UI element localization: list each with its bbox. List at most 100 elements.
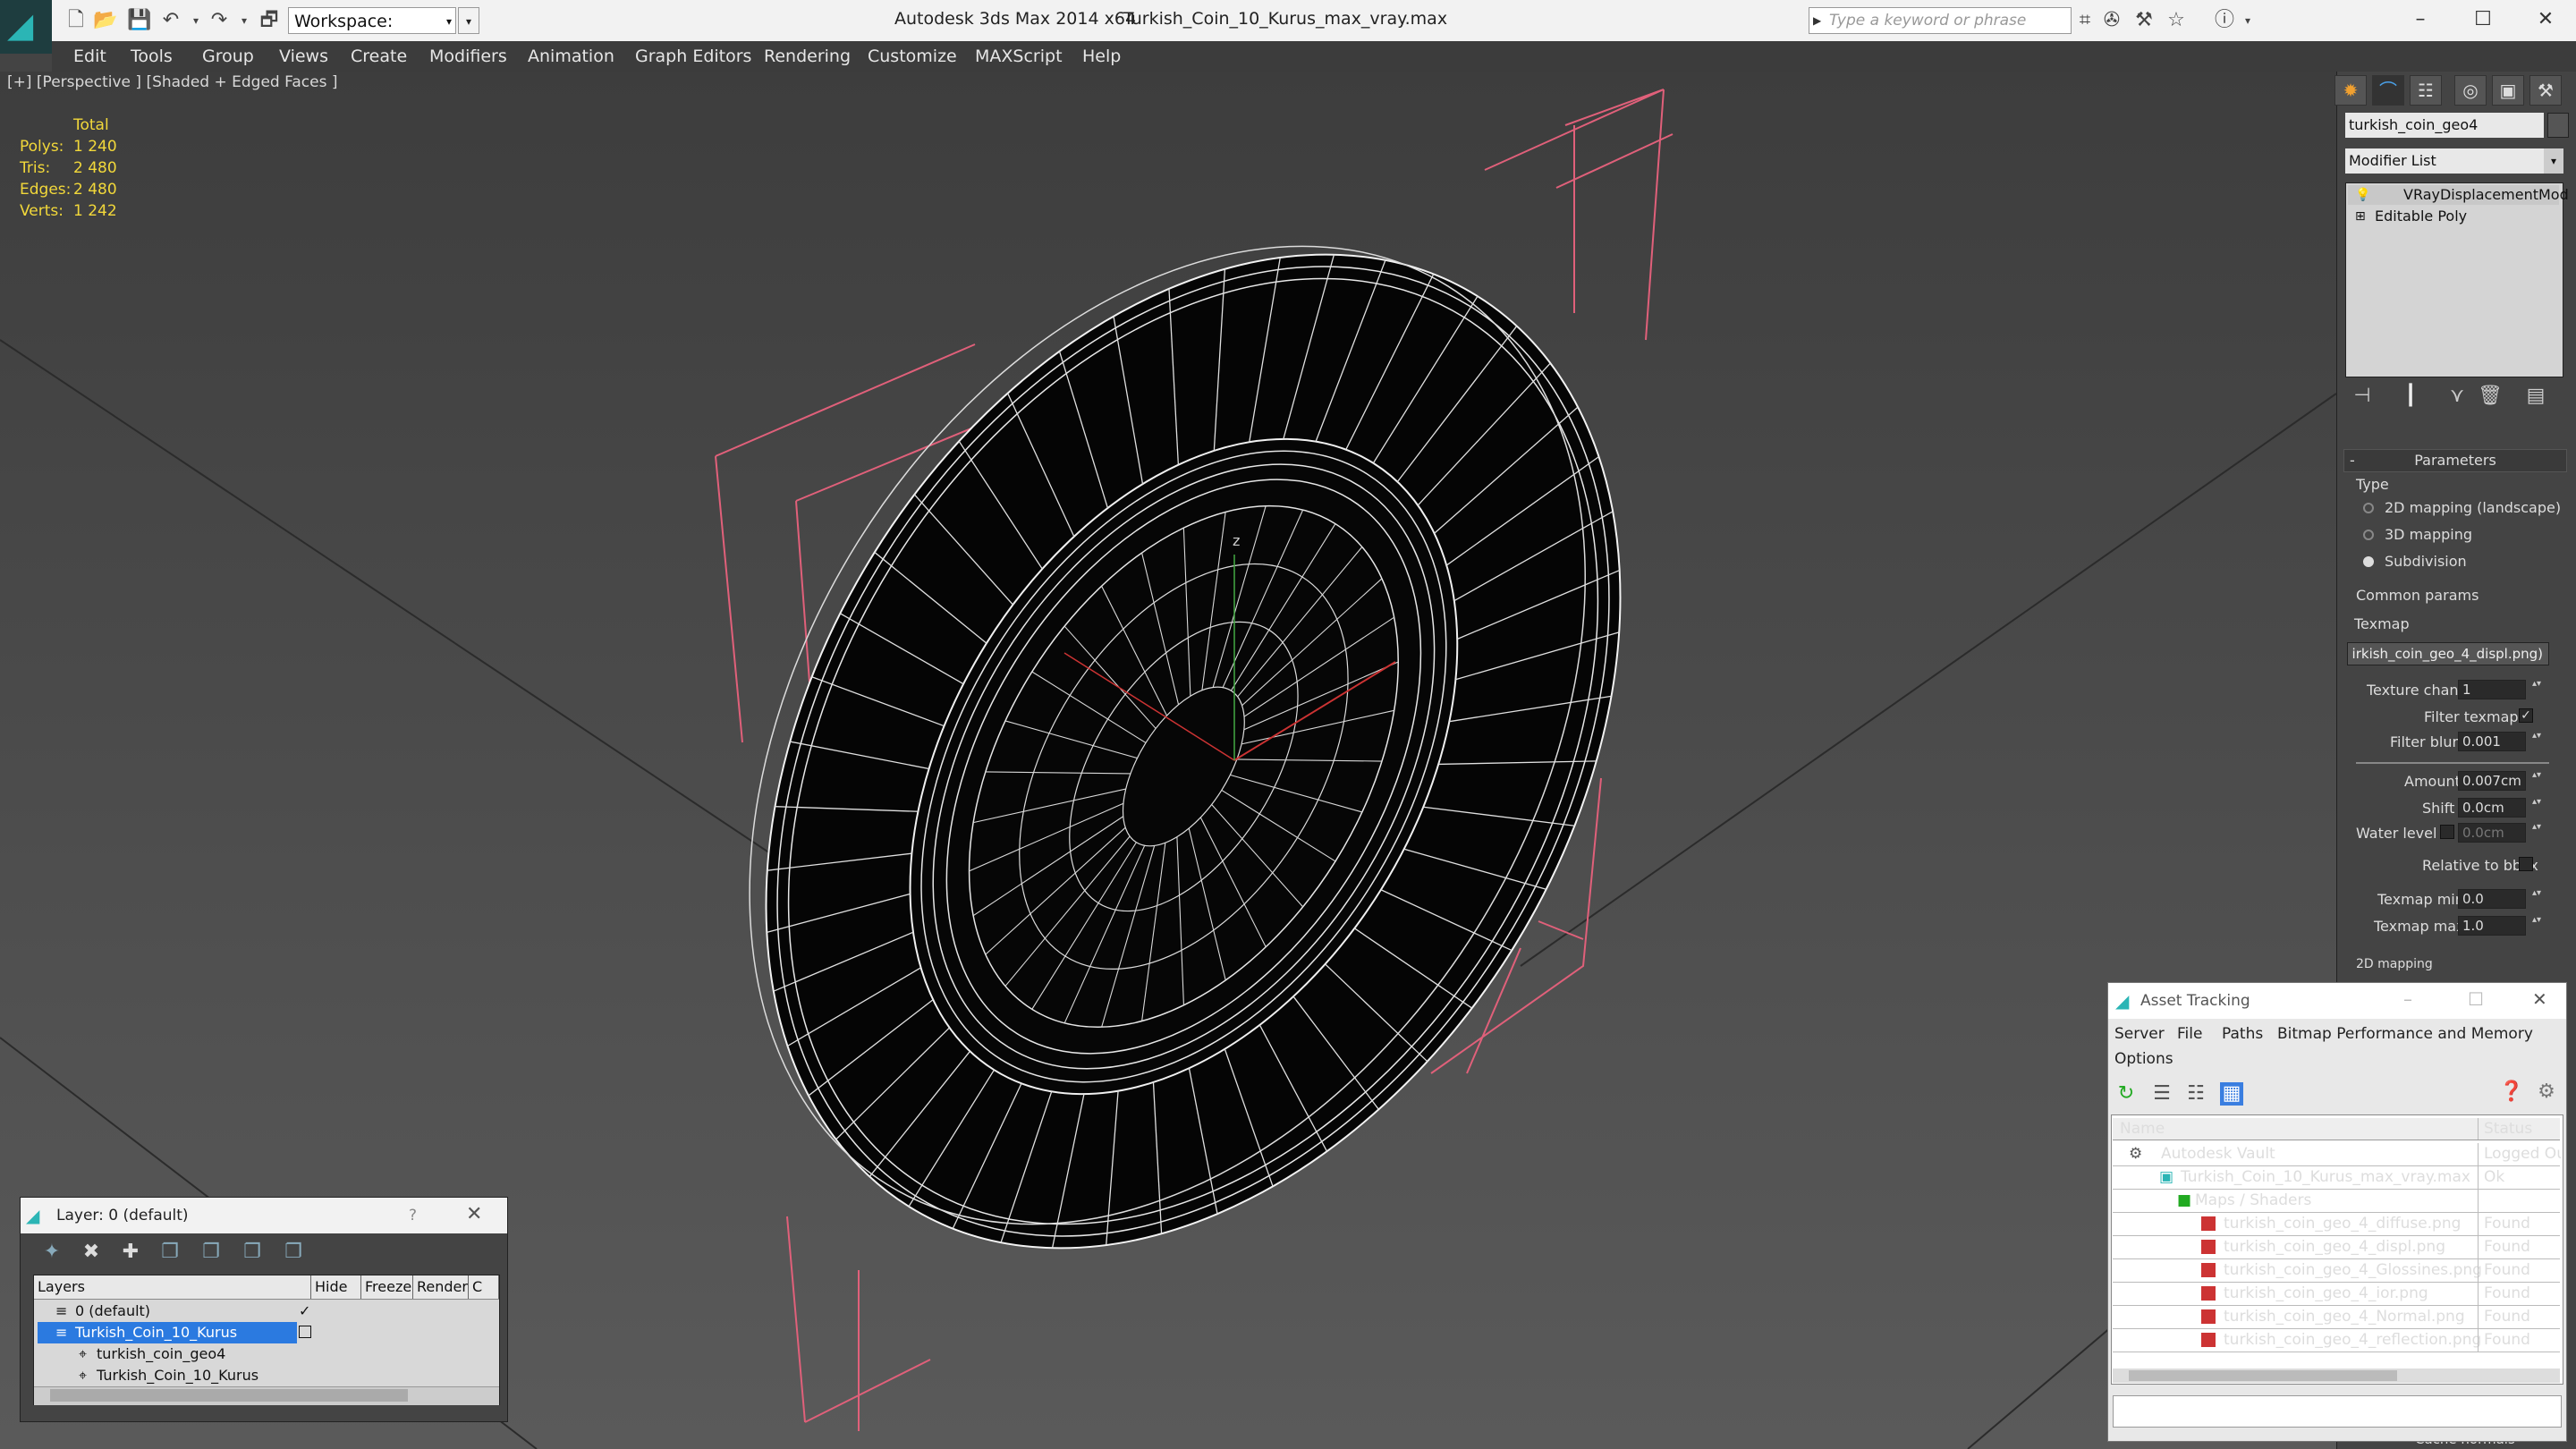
minimize-icon[interactable]: – xyxy=(2403,988,2412,1010)
menu-maxscript[interactable]: MAXScript xyxy=(975,47,1063,66)
motion-tab-icon[interactable]: ◎ xyxy=(2454,75,2487,106)
object-color-swatch[interactable] xyxy=(2547,113,2569,138)
asset-path-field[interactable] xyxy=(2113,1395,2562,1428)
col-hide[interactable]: Hide xyxy=(311,1275,361,1299)
asset-menu-paths[interactable]: Paths xyxy=(2222,1025,2263,1043)
modify-tab-icon[interactable]: ⌒ xyxy=(2372,75,2404,106)
texmap-button[interactable]: irkish_coin_geo_4_displ.png) xyxy=(2347,642,2549,665)
create-tab-icon[interactable]: ✹ xyxy=(2334,75,2367,106)
make-unique-icon[interactable]: ⋎ xyxy=(2445,385,2469,408)
close-icon[interactable]: ✕ xyxy=(2532,988,2547,1010)
asset-row-vault[interactable]: ⚙ Autodesk Vault Logged Out xyxy=(2113,1143,2561,1166)
radio-subdivision-label[interactable]: Subdivision xyxy=(2385,553,2467,570)
radio-3d-mapping[interactable] xyxy=(2363,530,2374,540)
open-file-icon[interactable]: 📂 xyxy=(93,9,117,32)
texmap-max-spinner[interactable]: 1.0 xyxy=(2458,915,2543,936)
binoculars-icon[interactable]: ⌗ xyxy=(2073,9,2097,32)
asset-row-bitmap[interactable]: turkish_coin_geo_4_diffuse.png Found xyxy=(2113,1213,2560,1236)
asset-horizontal-scrollbar[interactable] xyxy=(2113,1368,2560,1383)
new-file-icon[interactable]: 🗋 xyxy=(64,9,88,32)
relative-to-bbox-checkbox[interactable] xyxy=(2519,857,2533,871)
col-render[interactable]: Render xyxy=(413,1275,469,1299)
remove-modifier-icon[interactable]: 🗑 xyxy=(2478,385,2503,408)
radio-2d-mapping-label[interactable]: 2D mapping (landscape) xyxy=(2385,499,2561,516)
quick-access-dropdown[interactable]: ▾ xyxy=(458,7,479,34)
layer-row-object[interactable]: ⌖ Turkish_Coin_10_Kurus xyxy=(34,1365,499,1386)
maximize-icon[interactable]: ☐ xyxy=(2468,988,2484,1010)
app-logo-button[interactable]: ◢ xyxy=(0,0,52,54)
radio-3d-mapping-label[interactable]: 3D mapping xyxy=(2385,526,2472,543)
menu-animation[interactable]: Animation xyxy=(528,47,614,66)
menu-tools[interactable]: Tools xyxy=(131,47,173,66)
radio-subdivision[interactable] xyxy=(2363,556,2374,567)
col-name[interactable]: Name xyxy=(2120,1118,2165,1140)
hierarchy-tab-icon[interactable]: ☷ xyxy=(2410,75,2442,106)
shift-spinner[interactable]: 0.0cm xyxy=(2458,797,2543,818)
list-view-icon[interactable]: ☰ xyxy=(2150,1082,2174,1106)
menu-graph-editors[interactable]: Graph Editors xyxy=(635,47,751,66)
configure-modifier-sets-icon[interactable]: ▤ xyxy=(2524,385,2547,408)
close-icon[interactable]: ✕ xyxy=(466,1203,482,1225)
asset-row-scene[interactable]: ▣ Turkish_Coin_10_Kurus_max_vray.max Ok xyxy=(2113,1166,2560,1190)
key-icon[interactable]: ✇ xyxy=(2100,9,2123,32)
undo-dropdown-icon[interactable]: ▾ xyxy=(184,9,208,32)
highlight-layer-icon[interactable]: ❐ xyxy=(199,1241,223,1264)
filter-texmap-checkbox[interactable]: ✓ xyxy=(2519,708,2533,723)
filter-blur-spinner[interactable]: 0.001 xyxy=(2458,731,2543,751)
layer-row-object[interactable]: ⌖ turkish_coin_geo4 xyxy=(34,1343,499,1365)
display-tab-icon[interactable]: ▣ xyxy=(2492,75,2524,106)
menu-edit[interactable]: Edit xyxy=(73,47,106,66)
redo-dropdown-icon[interactable]: ▾ xyxy=(233,9,256,32)
scrollbar-thumb[interactable] xyxy=(2129,1370,2397,1381)
search-input[interactable]: ▶ Type a keyword or phrase xyxy=(1809,7,2072,34)
select-objects-icon[interactable]: ❐ xyxy=(158,1241,182,1264)
asset-dialog-titlebar[interactable]: ◢ Asset Tracking – ☐ ✕ xyxy=(2108,983,2566,1019)
menu-help[interactable]: Help xyxy=(1082,47,1121,66)
horizontal-scrollbar[interactable] xyxy=(34,1386,499,1405)
current-layer-checkbox[interactable] xyxy=(299,1326,311,1338)
settings-icon[interactable]: ⚙ xyxy=(2535,1080,2558,1104)
layer-row-turkish-coin[interactable]: ≡ Turkish_Coin_10_Kurus xyxy=(34,1322,499,1343)
water-level-spinner[interactable]: 0.0cm xyxy=(2458,822,2543,843)
create-layer-icon[interactable]: ✦ xyxy=(40,1241,64,1264)
add-to-layer-icon[interactable]: ✚ xyxy=(119,1241,142,1264)
help-icon[interactable]: ⓘ xyxy=(2213,9,2236,32)
menu-customize[interactable]: Customize xyxy=(868,47,957,66)
tree-view-icon[interactable]: ☷ xyxy=(2184,1082,2207,1106)
layer-row-default[interactable]: ≡ 0 (default) ✓ xyxy=(34,1301,499,1322)
col-color[interactable]: C xyxy=(469,1275,499,1299)
scrollbar-thumb[interactable] xyxy=(50,1389,408,1402)
col-freeze[interactable]: Freeze xyxy=(361,1275,413,1299)
utilities-tab-icon[interactable]: ⚒ xyxy=(2529,75,2562,106)
viewport-label[interactable]: [+] [Perspective ] [Shaded + Edged Faces… xyxy=(7,73,337,91)
menu-modifiers[interactable]: Modifiers xyxy=(429,47,507,66)
stack-item-vraydisplacement[interactable]: 💡 VRayDisplacementMod xyxy=(2348,185,2569,205)
workspace-dropdown[interactable]: Workspace: Default▾ xyxy=(288,7,456,58)
table-view-icon[interactable]: ▦ xyxy=(2220,1082,2243,1106)
favorites-star-icon[interactable]: ☆ xyxy=(2165,9,2188,32)
asset-menu-bitmap-performance[interactable]: Bitmap Performance and Memory xyxy=(2277,1025,2533,1043)
object-name-field[interactable]: turkish_coin_geo4 xyxy=(2345,113,2544,138)
hide-all-layers-icon[interactable]: ❐ xyxy=(241,1241,264,1264)
amount-spinner[interactable]: 0.007cm xyxy=(2458,770,2543,791)
asset-row-bitmap[interactable]: turkish_coin_geo_4_reflection.png Found xyxy=(2113,1329,2560,1352)
delete-layer-icon[interactable]: ✖ xyxy=(80,1241,103,1264)
texmap-min-spinner[interactable]: 0.0 xyxy=(2458,888,2543,909)
refresh-icon[interactable]: ↻ xyxy=(2114,1082,2138,1106)
freeze-all-layers-icon[interactable]: ❐ xyxy=(282,1241,305,1264)
show-end-result-icon[interactable]: ┃ xyxy=(2399,385,2422,408)
maximize-icon[interactable]: ☐ xyxy=(2465,4,2501,36)
undo-icon[interactable]: ↶ xyxy=(159,9,182,32)
current-layer-check-icon[interactable]: ✓ xyxy=(299,1301,310,1322)
project-folder-icon[interactable]: 🗗 xyxy=(258,9,281,32)
subscription-icon[interactable]: ⚒ xyxy=(2132,9,2156,32)
expand-icon[interactable]: ⊞ xyxy=(2355,207,2366,226)
col-layers[interactable]: Layers xyxy=(34,1275,311,1299)
help-dropdown-icon[interactable]: ▾ xyxy=(2236,9,2259,32)
radio-2d-mapping[interactable] xyxy=(2363,503,2374,513)
asset-row-bitmap[interactable]: turkish_coin_geo_4_Glossines.png Found xyxy=(2113,1259,2560,1283)
pin-stack-icon[interactable]: ⊣ xyxy=(2351,385,2374,408)
asset-menu-options[interactable]: Options xyxy=(2114,1050,2174,1068)
layer-dialog-titlebar[interactable]: ◢ Layer: 0 (default) ? ✕ xyxy=(21,1198,507,1233)
menu-group[interactable]: Group xyxy=(202,47,254,66)
